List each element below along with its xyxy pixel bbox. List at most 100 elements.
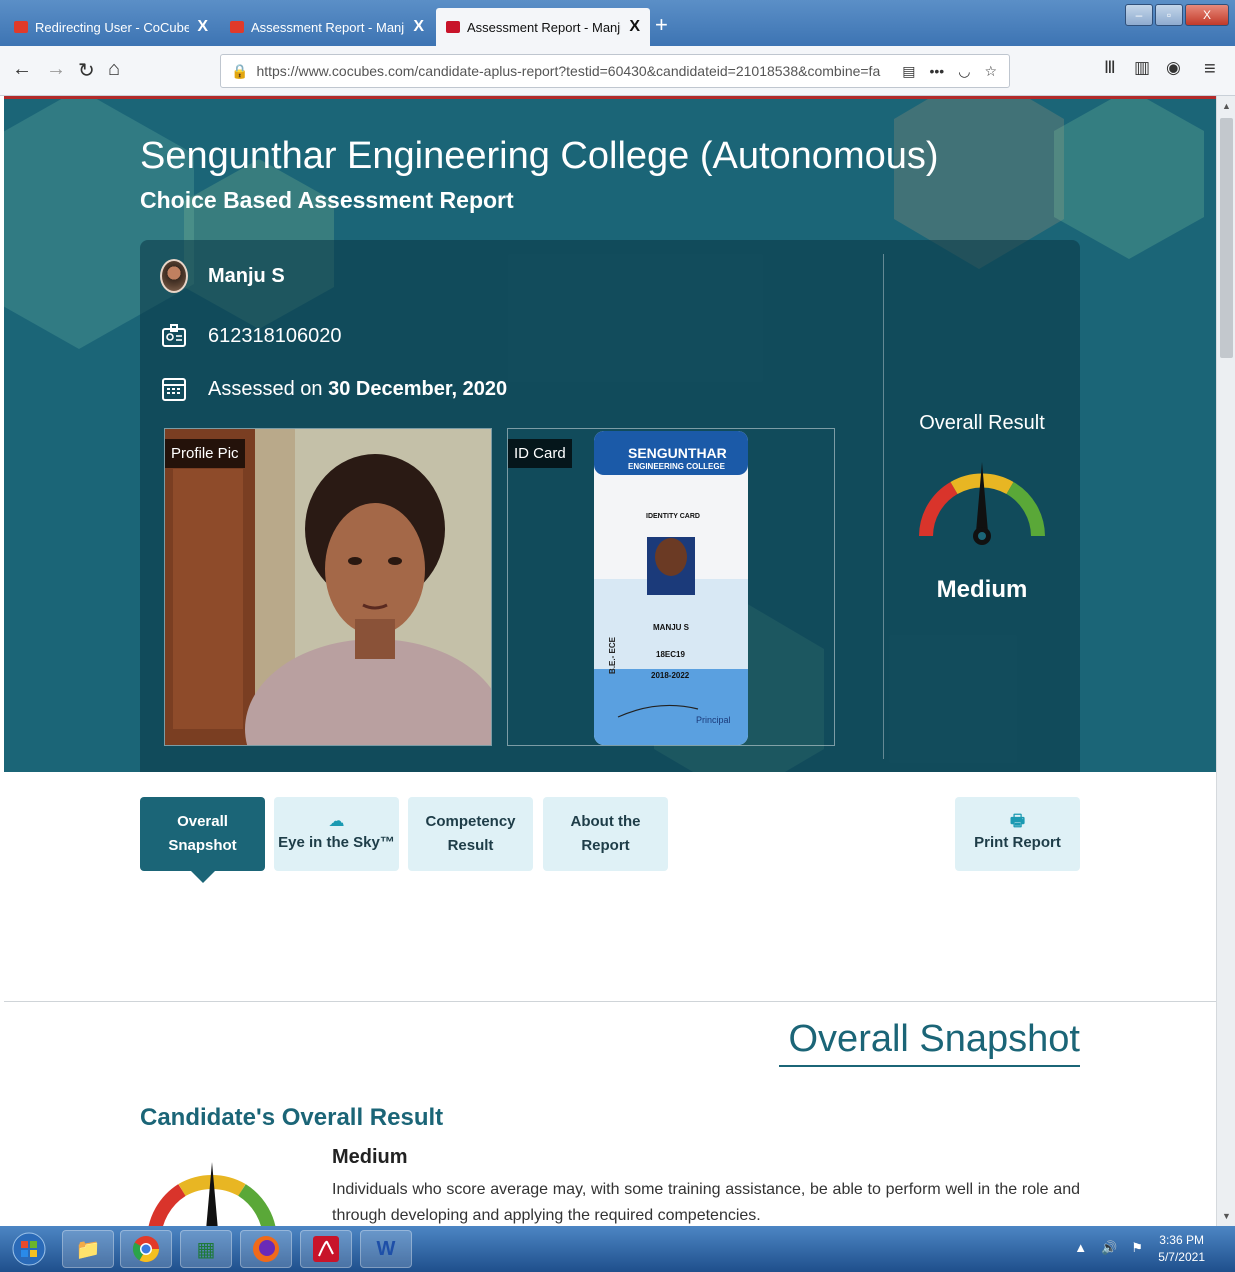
- menu-icon[interactable]: ≡: [1204, 58, 1216, 81]
- adobe-reader-icon[interactable]: [300, 1230, 352, 1268]
- gauge-high-arc: [1006, 481, 1045, 537]
- lock-icon: 🔒: [231, 62, 249, 79]
- scroll-down-arrow-icon[interactable]: ▼: [1222, 1211, 1231, 1221]
- id-card-type: IDENTITY CARD: [646, 513, 700, 520]
- overall-result-label: Overall Result: [919, 412, 1045, 434]
- calendar-icon: [160, 375, 188, 403]
- browser-tab-report-active[interactable]: Assessment Report - Manju S X: [436, 8, 650, 46]
- assessed-prefix: Assessed on: [208, 377, 323, 400]
- candidate-id: 612318106020: [208, 324, 342, 347]
- close-window-button[interactable]: X: [1185, 4, 1229, 26]
- minimize-button[interactable]: –: [1125, 4, 1153, 26]
- id-card-name: MANJU S: [653, 623, 690, 632]
- tab-label: Competency Result: [425, 813, 516, 854]
- scroll-up-arrow-icon[interactable]: ▲: [1222, 101, 1231, 111]
- profile-photo-image: [165, 429, 491, 745]
- network-icon[interactable]: ⚑: [1131, 1240, 1143, 1256]
- aon-favicon-icon: [230, 21, 244, 33]
- sidebar-icon[interactable]: ▥: [1134, 58, 1150, 78]
- candidate-name: Manju S: [208, 264, 285, 287]
- assessed-date-row: Assessed on 30 December, 2020: [160, 375, 507, 403]
- candidate-card: Manju S 612318106020 Assessed on 30 Dece…: [140, 240, 1080, 772]
- page-scrollbar[interactable]: ▲ ▼: [1216, 96, 1235, 1226]
- profile-pic: Profile Pic: [164, 428, 492, 746]
- window-controls: – ▫ X: [1125, 4, 1229, 26]
- library-icon[interactable]: Ⅲ: [1104, 58, 1116, 78]
- id-card-image: [594, 431, 748, 745]
- tab-title: Assessment Report - Manju S: [251, 19, 405, 35]
- back-arrow-icon[interactable]: ←: [12, 58, 32, 81]
- id-card-pic: ID Card SENGUNTHAR ENGINEERING COLLEGE I…: [507, 428, 835, 746]
- windows-taskbar: 📁 ▦ W ▲ 🔊 ⚑ 3:36 PM 5/7/2021: [0, 1226, 1235, 1272]
- reader-view-icon[interactable]: ▤: [902, 63, 915, 80]
- tab-close-icon[interactable]: X: [629, 18, 640, 36]
- tab-overall-snapshot[interactable]: Overall Snapshot: [140, 797, 265, 883]
- tab-label: About the Report: [570, 813, 641, 854]
- page-actions-icon[interactable]: •••: [930, 63, 945, 80]
- new-tab-button[interactable]: +: [655, 12, 668, 38]
- pocket-icon[interactable]: ◡: [958, 63, 970, 80]
- home-icon[interactable]: ⌂: [108, 58, 120, 81]
- id-card-college: SENGUNTHAR: [628, 445, 727, 461]
- volume-icon[interactable]: 🔊: [1101, 1240, 1117, 1256]
- tab-label: Eye in the Sky™: [278, 834, 395, 851]
- excel-icon[interactable]: ▦: [180, 1230, 232, 1268]
- start-button-icon[interactable]: [6, 1230, 52, 1268]
- clock-date: 5/7/2021: [1158, 1250, 1205, 1264]
- tray-expand-icon[interactable]: ▲: [1074, 1240, 1087, 1256]
- scrollbar-thumb[interactable]: [1220, 118, 1233, 358]
- address-bar[interactable]: 🔒 https://www.cocubes.com/candidate-aplu…: [220, 54, 1010, 88]
- browser-tab-redirecting[interactable]: Redirecting User - CoCubes.co X: [4, 8, 218, 46]
- print-report-button[interactable]: 🖶 Print Report: [955, 797, 1080, 871]
- candidate-id-row: 612318106020: [160, 322, 341, 350]
- tab-close-icon[interactable]: X: [413, 18, 424, 36]
- overall-snapshot-heading: Overall Snapshot: [778, 1018, 1080, 1067]
- candidate-overall-result-heading: Candidate's Overall Result: [140, 1104, 444, 1131]
- file-explorer-icon[interactable]: 📁: [62, 1230, 114, 1268]
- id-badge-icon: [160, 322, 188, 350]
- card-divider: [883, 254, 884, 759]
- tab-label: Overall Snapshot: [168, 813, 237, 854]
- browser-nav-bar: ← → ↻ ⌂ 🔒 https://www.cocubes.com/candid…: [0, 46, 1235, 96]
- candidate-name-row: Manju S: [160, 259, 285, 293]
- gauge-low-arc: [919, 481, 958, 537]
- aon-favicon-icon: [446, 21, 460, 33]
- chrome-icon[interactable]: [120, 1230, 172, 1268]
- maximize-button[interactable]: ▫: [1155, 4, 1183, 26]
- tab-close-icon[interactable]: X: [197, 18, 208, 36]
- account-icon[interactable]: ◉: [1166, 58, 1181, 78]
- bookmark-star-icon[interactable]: ☆: [984, 63, 997, 80]
- report-subtitle: Choice Based Assessment Report: [140, 187, 514, 213]
- gauge-needle: [206, 1162, 218, 1226]
- gauge-needle: [976, 462, 988, 532]
- reload-icon[interactable]: ↻: [78, 58, 95, 83]
- section-divider: [4, 1001, 1216, 1002]
- assessed-date: 30 December, 2020: [328, 377, 508, 400]
- clock-time: 3:36 PM: [1159, 1233, 1204, 1247]
- system-tray: ▲ 🔊 ⚑: [1074, 1240, 1143, 1256]
- tab-title: Redirecting User - CoCubes.co: [35, 19, 190, 35]
- tab-competency-result[interactable]: Competency Result: [408, 797, 533, 871]
- id-card-roll: 18EC19: [656, 650, 685, 659]
- overall-result-value: Medium: [936, 576, 1028, 603]
- avatar: [160, 259, 188, 293]
- college-title: Sengunthar Engineering College (Autonomo…: [140, 135, 939, 177]
- id-card-batch: 2018-2022: [651, 671, 690, 680]
- id-card-label: ID Card: [508, 439, 572, 468]
- snapshot-result-description: Individuals who score average may, with …: [332, 1181, 1080, 1224]
- tab-eye-in-the-sky[interactable]: ☁ Eye in the Sky™: [274, 797, 399, 871]
- word-icon[interactable]: W: [360, 1230, 412, 1268]
- system-clock[interactable]: 3:36 PM 5/7/2021: [1158, 1232, 1205, 1266]
- browser-tab-report-1[interactable]: Assessment Report - Manju S X: [220, 8, 434, 46]
- tab-about-report[interactable]: About the Report: [543, 797, 668, 871]
- hexagon-decoration: [1054, 99, 1204, 259]
- printer-icon: 🖶: [1009, 813, 1026, 830]
- profile-pic-label: Profile Pic: [165, 439, 245, 468]
- id-card-dept: B.E.- ECE: [607, 637, 617, 674]
- tab-title: Assessment Report - Manju S: [467, 19, 621, 35]
- forward-arrow-icon[interactable]: →: [46, 58, 66, 81]
- url-text[interactable]: https://www.cocubes.com/candidate-aplus-…: [256, 63, 902, 79]
- id-card-sign: Principal: [696, 715, 731, 725]
- browser-tab-bar: Redirecting User - CoCubes.co X Assessme…: [0, 0, 1235, 46]
- firefox-icon[interactable]: [240, 1230, 292, 1268]
